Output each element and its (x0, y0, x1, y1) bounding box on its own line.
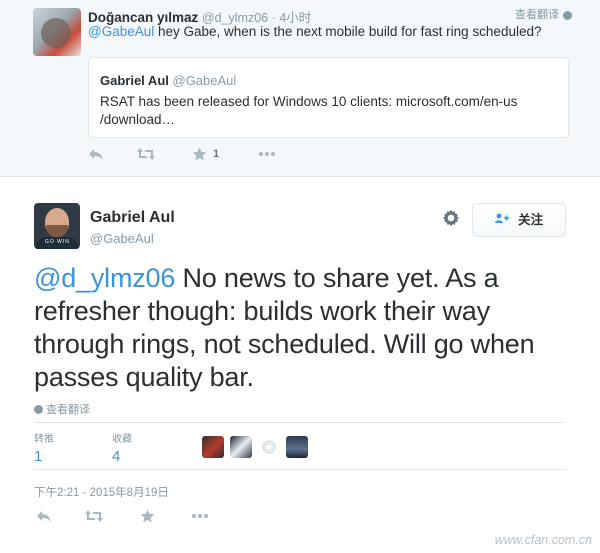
tweet-time[interactable]: · 4小时 (272, 11, 312, 25)
follow-button[interactable]: 关注 (472, 203, 566, 237)
tweet-timestamp[interactable]: 下午2:21 - 2015年8月19日 (34, 484, 169, 500)
quoted-author-handle: @GabeAul (172, 73, 237, 88)
translate-label: 查看翻译 (515, 9, 559, 21)
author-name[interactable]: Gabriel Aul (90, 209, 175, 227)
quoted-tweet-text: RSAT has been released for Windows 10 cl… (100, 94, 518, 127)
watermark-text: www.cfan.com.cn (494, 533, 592, 547)
mention-link[interactable]: @d_ylmz06 (34, 263, 175, 293)
quoted-author-name: Gabriel Aul (100, 73, 169, 88)
retweet-icon[interactable] (84, 509, 104, 528)
gear-icon[interactable] (440, 209, 462, 231)
favorite-count: 1 (213, 148, 220, 160)
tweet-text: @d_ylmz06 No news to share yet. As a ref… (34, 262, 574, 394)
globe-icon (563, 10, 572, 20)
reply-icon[interactable] (88, 147, 104, 165)
translate-link[interactable]: 查看翻译 (34, 401, 90, 417)
more-icon[interactable] (191, 509, 209, 528)
tweet-text-body: hey Gabe, when is the next mobile build … (154, 24, 542, 39)
favorite-stat[interactable]: 收藏 4 (112, 430, 132, 465)
more-icon[interactable] (258, 147, 276, 165)
reply-icon[interactable] (36, 509, 52, 528)
retweet-stat[interactable]: 转推 1 (34, 430, 54, 465)
translate-link[interactable]: 查看翻译 (515, 6, 572, 22)
avatar[interactable]: GO WIN (34, 203, 80, 249)
author-handle[interactable]: @d_ylmz06 (202, 11, 268, 25)
watermark: www.cfan.com.cn (495, 533, 592, 547)
follow-label: 关注 (518, 213, 544, 227)
favoriter-avatar[interactable] (286, 436, 308, 458)
quoted-tweet-card[interactable]: Gabriel Aul @GabeAul RSAT has been relea… (88, 57, 569, 138)
retweets-count: 1 (34, 448, 43, 465)
translate-label: 查看翻译 (46, 404, 90, 416)
star-icon[interactable] (140, 509, 155, 528)
star-icon[interactable] (192, 147, 207, 165)
add-user-icon (494, 213, 512, 227)
author-handle[interactable]: @GabeAul (90, 231, 154, 246)
reply-context-tweet: Doğancan yılmaz @d_ylmz06 · 4小时 查看翻译 @Ga… (0, 0, 600, 177)
mention-link[interactable]: @GabeAul (88, 24, 154, 39)
tweet-text: @GabeAul hey Gabe, when is the next mobi… (88, 24, 541, 39)
favoriter-avatar[interactable] (202, 436, 224, 458)
divider (34, 469, 566, 470)
quoted-tweet-header: Gabriel Aul @GabeAul (100, 73, 236, 88)
author-name[interactable]: Doğancan yılmaz (88, 10, 198, 25)
avatar[interactable] (33, 8, 81, 56)
retweets-label: 转推 (34, 434, 54, 445)
retweet-icon[interactable] (136, 147, 156, 165)
favorites-count: 4 (112, 448, 121, 465)
favorites-label: 收藏 (112, 434, 132, 445)
divider (34, 422, 566, 423)
globe-icon (34, 405, 43, 414)
favoriter-avatar[interactable] (230, 436, 252, 458)
favoriter-avatar[interactable] (258, 436, 280, 458)
